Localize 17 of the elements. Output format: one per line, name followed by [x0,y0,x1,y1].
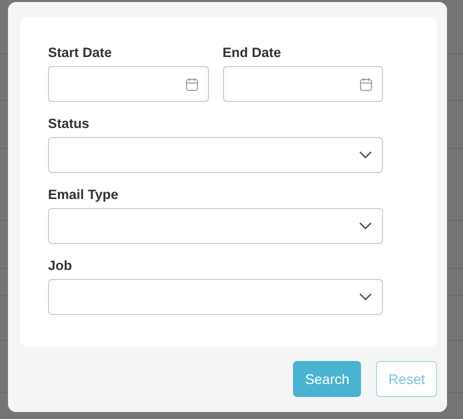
field-label: Email Type [48,187,120,202]
field-label: End Date [222,45,282,60]
select-field[interactable] [48,208,383,244]
chevron-down-icon [359,222,372,230]
reset-button[interactable]: Reset [376,361,437,397]
calendar-icon [360,78,372,90]
calendar-icon [186,78,198,90]
search-button[interactable]: Search [293,361,362,397]
field-label: Status [48,116,90,131]
chevron-down-icon [359,151,372,159]
date-field[interactable] [48,66,208,102]
select-field[interactable] [48,137,383,173]
date-field[interactable] [222,66,383,102]
chevron-down-icon [359,293,372,301]
field-label: Start Date [48,45,113,60]
field-label: Job [48,258,74,273]
select-field[interactable] [48,279,383,315]
